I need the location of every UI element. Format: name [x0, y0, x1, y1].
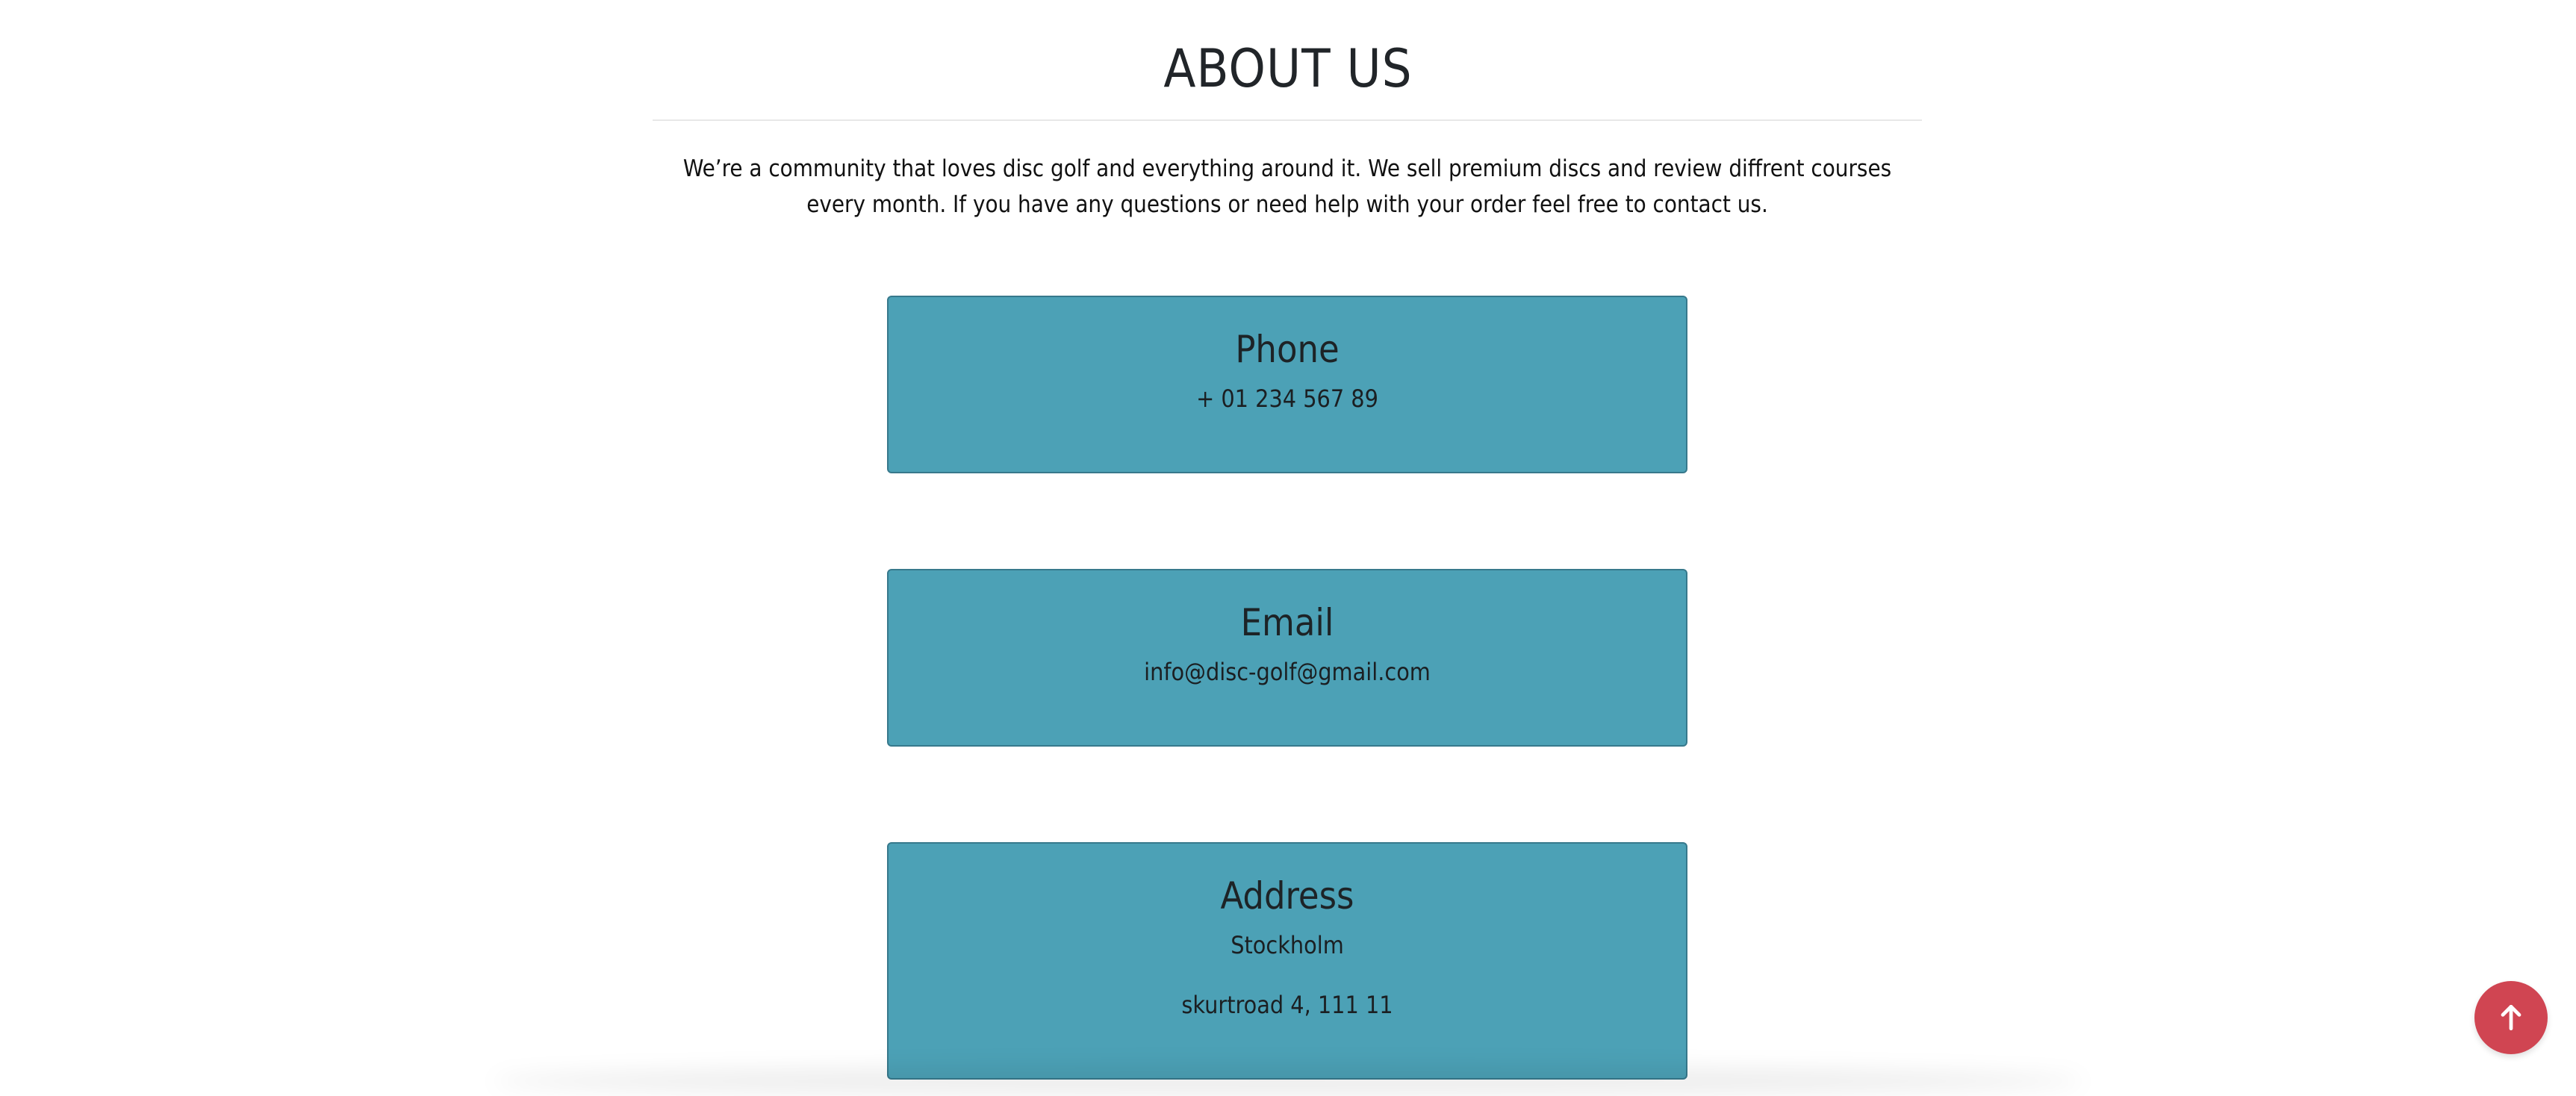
address-card: Address Stockholm skurtroad 4, 111 11 — [887, 842, 1687, 1080]
address-heading: Address — [1220, 874, 1354, 918]
address-city: Stockholm — [1231, 931, 1344, 959]
phone-heading: Phone — [1235, 328, 1340, 371]
about-page: ABOUT US We’re a community that loves di… — [0, 0, 2576, 1096]
title-divider — [653, 119, 1922, 121]
arrow-up-icon — [2495, 1001, 2527, 1034]
footer-shadow — [493, 1066, 2083, 1096]
email-address: info@disc-golf@gmail.com — [1144, 658, 1431, 686]
about-intro-text: We’re a community that loves disc golf a… — [682, 155, 1892, 218]
email-card: Email info@disc-golf@gmail.com — [887, 569, 1687, 747]
page-title: ABOUT US — [1163, 38, 1413, 99]
phone-card: Phone + 01 234 567 89 — [887, 296, 1687, 473]
email-heading: Email — [1240, 601, 1334, 644]
address-street: skurtroad 4, 111 11 — [1181, 991, 1393, 1019]
scroll-to-top-button[interactable] — [2474, 981, 2548, 1054]
phone-number: + 01 234 567 89 — [1196, 384, 1378, 413]
